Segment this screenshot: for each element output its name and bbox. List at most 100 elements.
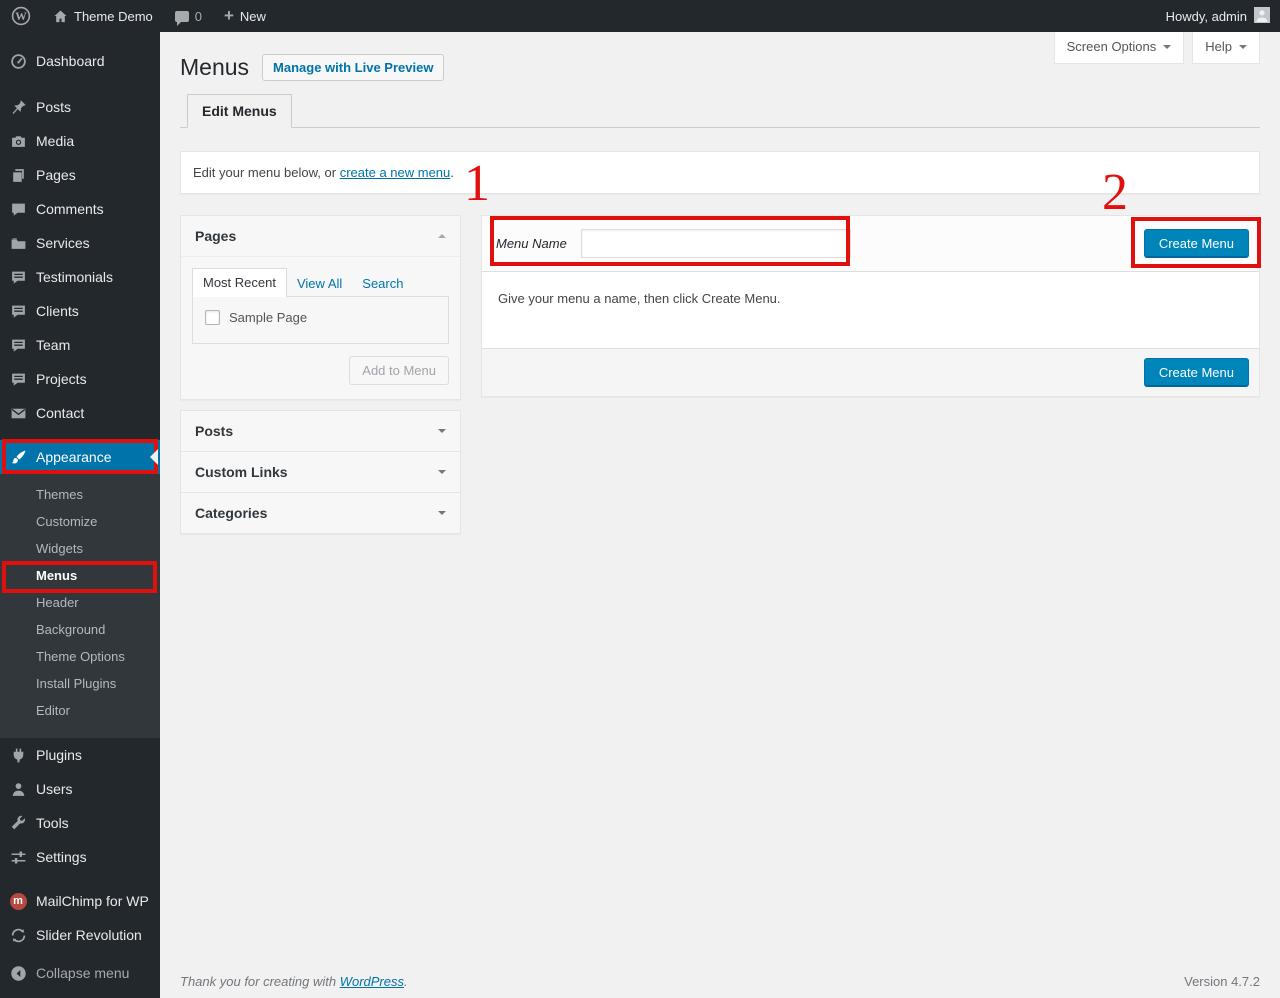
footer-thanks: Thank you for creating with WordPress. bbox=[180, 974, 408, 989]
sidebar-item-label: Slider Revolution bbox=[36, 927, 142, 943]
sidebar-item-label: Dashboard bbox=[36, 53, 105, 69]
help-label: Help bbox=[1205, 39, 1232, 54]
chat-icon bbox=[8, 371, 28, 388]
create-menu-button-bottom[interactable]: Create Menu bbox=[1143, 358, 1249, 387]
site-link[interactable]: Theme Demo bbox=[42, 0, 164, 32]
sliders-icon bbox=[8, 849, 28, 866]
expand-down-icon bbox=[438, 511, 446, 519]
main-content: Screen Options Help Menus Manage with Li… bbox=[160, 32, 1280, 998]
submenu-item-themes[interactable]: Themes bbox=[0, 481, 160, 508]
admin-bar: W Theme Demo 0 + New Howdy, admin bbox=[0, 0, 1280, 32]
sidebar-item-label: Comments bbox=[36, 201, 104, 217]
tab-edit-menus[interactable]: Edit Menus bbox=[187, 94, 292, 128]
screen-options-button[interactable]: Screen Options bbox=[1053, 32, 1185, 64]
sidebar-item-posts[interactable]: Posts bbox=[0, 90, 160, 124]
tab-search[interactable]: Search bbox=[352, 270, 413, 297]
pages-metabox-header[interactable]: Pages bbox=[181, 216, 460, 257]
sidebar-item-services[interactable]: Services bbox=[0, 226, 160, 260]
chevron-down-icon bbox=[1239, 44, 1247, 53]
sidebar-item-label: Settings bbox=[36, 849, 87, 865]
appearance-submenu: Themes Customize Widgets Menus Header Ba… bbox=[0, 474, 160, 738]
menu-item-sources: Pages Most Recent View All Search Sample… bbox=[180, 215, 461, 534]
sidebar-item-plugins[interactable]: Plugins bbox=[0, 738, 160, 772]
nav-tab-bar: Edit Menus bbox=[180, 94, 1260, 128]
categories-metabox-header[interactable]: Categories bbox=[181, 493, 460, 533]
sidebar-item-comments[interactable]: Comments bbox=[0, 192, 160, 226]
sidebar-item-label: Plugins bbox=[36, 747, 82, 763]
sample-page-checkbox[interactable] bbox=[205, 310, 220, 325]
sidebar-item-contact[interactable]: Contact bbox=[0, 396, 160, 430]
sidebar-item-label: Contact bbox=[36, 405, 85, 421]
comment-count: 0 bbox=[194, 8, 202, 24]
sidebar-item-users[interactable]: Users bbox=[0, 772, 160, 806]
sidebar-item-projects[interactable]: Projects bbox=[0, 362, 160, 396]
footer-thanks-text: Thank you for creating with bbox=[180, 974, 340, 989]
sidebar-item-team[interactable]: Team bbox=[0, 328, 160, 362]
sidebar-item-testimonials[interactable]: Testimonials bbox=[0, 260, 160, 294]
new-label: New bbox=[239, 8, 266, 24]
categories-metabox: Categories bbox=[180, 492, 461, 534]
add-to-menu-button[interactable]: Add to Menu bbox=[349, 356, 449, 385]
submenu-item-menus[interactable]: Menus bbox=[0, 562, 160, 589]
howdy-admin[interactable]: Howdy, admin bbox=[1166, 9, 1247, 24]
submenu-item-editor[interactable]: Editor bbox=[0, 697, 160, 724]
submenu-item-install-plugins[interactable]: Install Plugins bbox=[0, 670, 160, 697]
custom-links-metabox-header[interactable]: Custom Links bbox=[181, 452, 460, 492]
wordpress-link[interactable]: WordPress bbox=[340, 974, 404, 989]
sidebar-item-label: Projects bbox=[36, 371, 87, 387]
menu-help-text: Give your menu a name, then click Create… bbox=[498, 291, 781, 306]
sidebar-item-label: Posts bbox=[36, 99, 72, 115]
sidebar-item-slider-revolution[interactable]: Slider Revolution bbox=[0, 918, 160, 952]
folder-icon bbox=[8, 235, 28, 252]
sidebar-item-label: Appearance bbox=[36, 449, 112, 465]
dashboard-icon bbox=[8, 53, 28, 70]
submenu-item-widgets[interactable]: Widgets bbox=[0, 535, 160, 562]
help-button[interactable]: Help bbox=[1192, 32, 1260, 64]
sidebar-item-label: MailChimp for WP bbox=[36, 893, 149, 909]
pages-metabox-title: Pages bbox=[195, 228, 237, 244]
posts-metabox: Posts bbox=[180, 410, 461, 452]
submenu-item-background[interactable]: Background bbox=[0, 616, 160, 643]
sidebar-item-settings[interactable]: Settings bbox=[0, 840, 160, 874]
collapse-menu-button[interactable]: Collapse menu bbox=[0, 956, 160, 990]
mailchimp-icon: m bbox=[8, 892, 28, 910]
new-content-menu[interactable]: + New bbox=[213, 0, 277, 32]
menu-name-input[interactable] bbox=[580, 229, 851, 258]
avatar[interactable] bbox=[1254, 6, 1270, 26]
submenu-item-customize[interactable]: Customize bbox=[0, 508, 160, 535]
chat-icon bbox=[8, 269, 28, 286]
sidebar-item-dashboard[interactable]: Dashboard bbox=[0, 44, 160, 78]
admin-sidebar: Dashboard Posts Media Pages Comments Ser… bbox=[0, 32, 160, 998]
categories-metabox-title: Categories bbox=[195, 505, 268, 521]
footer-version: Version 4.7.2 bbox=[1184, 974, 1260, 989]
wordpress-menu[interactable]: W bbox=[0, 0, 42, 32]
menu-name-bar: Menu Name Create Menu bbox=[482, 216, 1259, 272]
posts-metabox-header[interactable]: Posts bbox=[181, 411, 460, 451]
slider-revolution-icon bbox=[8, 927, 28, 944]
manage-with-live-preview-button[interactable]: Manage with Live Preview bbox=[262, 54, 445, 81]
create-menu-button-top[interactable]: Create Menu bbox=[1143, 229, 1249, 258]
comments-shortcut[interactable]: 0 bbox=[164, 0, 213, 32]
menu-name-label: Menu Name bbox=[496, 236, 567, 251]
home-icon bbox=[53, 9, 68, 24]
sidebar-item-appearance[interactable]: Appearance bbox=[0, 440, 160, 474]
collapse-menu-label: Collapse menu bbox=[36, 965, 130, 981]
collapse-icon bbox=[8, 965, 28, 982]
collapse-up-icon bbox=[438, 230, 446, 238]
sidebar-item-label: Pages bbox=[36, 167, 76, 183]
create-new-menu-link[interactable]: create a new menu bbox=[340, 165, 451, 180]
tab-view-all[interactable]: View All bbox=[287, 270, 352, 297]
wordpress-logo-icon: W bbox=[11, 6, 31, 26]
tab-most-recent[interactable]: Most Recent bbox=[192, 268, 287, 297]
sidebar-item-label: Services bbox=[36, 235, 90, 251]
pin-icon bbox=[8, 99, 28, 116]
sidebar-item-media[interactable]: Media bbox=[0, 124, 160, 158]
chat-icon bbox=[8, 303, 28, 320]
sidebar-item-clients[interactable]: Clients bbox=[0, 294, 160, 328]
sidebar-item-mailchimp[interactable]: m MailChimp for WP bbox=[0, 884, 160, 918]
menu-editor-help: Give your menu a name, then click Create… bbox=[482, 272, 1259, 348]
sidebar-item-pages[interactable]: Pages bbox=[0, 158, 160, 192]
sidebar-item-tools[interactable]: Tools bbox=[0, 806, 160, 840]
submenu-item-header[interactable]: Header bbox=[0, 589, 160, 616]
submenu-item-theme-options[interactable]: Theme Options bbox=[0, 643, 160, 670]
